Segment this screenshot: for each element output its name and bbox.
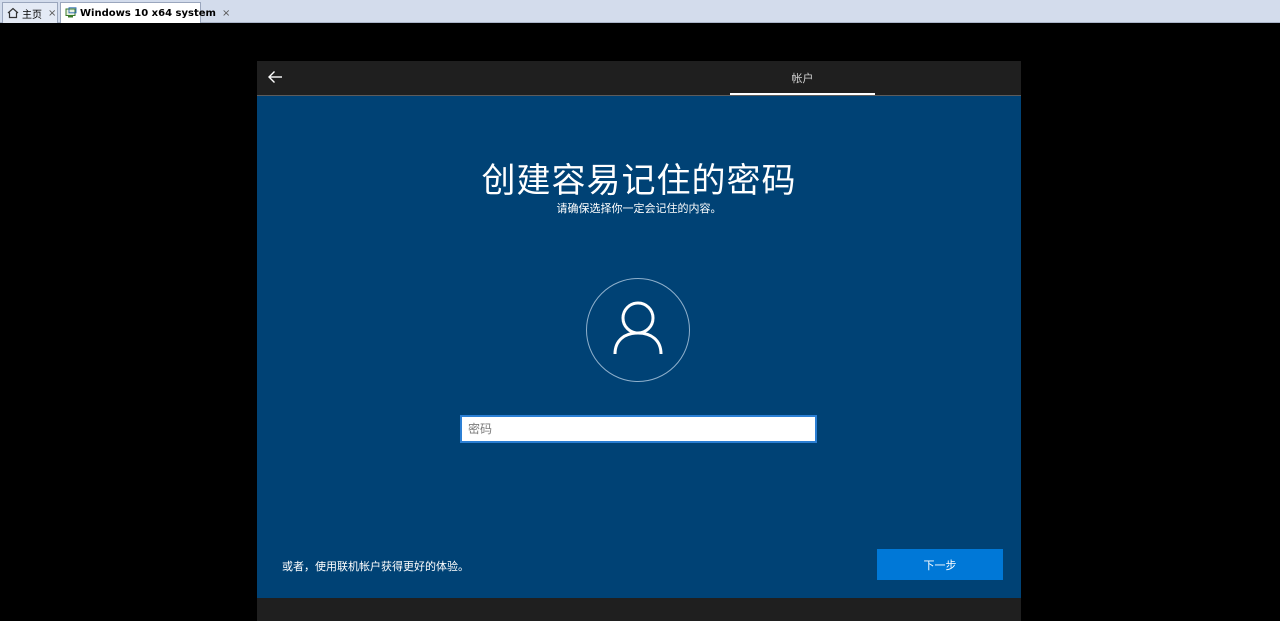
home-icon — [7, 7, 19, 19]
arrow-left-icon — [267, 69, 283, 88]
vm-icon — [65, 7, 77, 19]
page-subtitle: 请确保选择你一定会记住的内容。 — [556, 202, 722, 215]
avatar — [586, 278, 690, 382]
step-label-account: 帐户 — [791, 72, 814, 85]
tab-home[interactable]: 主页 × — [2, 2, 58, 23]
back-button[interactable] — [265, 68, 285, 88]
vm-screen[interactable]: 帐户 创建容易记住的密码 请确保选择你一定会记住的内容。 或者，使用联机帐户获得… — [257, 61, 1021, 621]
oobe-footer — [257, 598, 1021, 621]
password-input[interactable] — [460, 415, 817, 443]
tab-windows-10-vm-close-icon[interactable]: × — [222, 8, 230, 19]
oobe-header: 帐户 — [257, 61, 1021, 96]
online-account-link[interactable]: 或者，使用联机帐户获得更好的体验。 — [282, 558, 469, 574]
tab-home-label: 主页 — [22, 9, 42, 21]
tab-bar: 主页 × Windows 10 x64 system × — [0, 0, 1280, 23]
step-indicator — [730, 93, 875, 95]
oobe-main: 创建容易记住的密码 请确保选择你一定会记住的内容。 或者，使用联机帐户获得更好的… — [257, 96, 1021, 598]
tab-windows-10-vm-label: Windows 10 x64 system — [80, 7, 216, 19]
page-title: 创建容易记住的密码 — [481, 161, 797, 201]
tab-windows-10-vm[interactable]: Windows 10 x64 system × — [60, 2, 230, 23]
next-button[interactable]: 下一步 — [877, 549, 1003, 580]
user-icon — [612, 300, 664, 360]
tab-home-close-icon[interactable]: × — [48, 8, 56, 19]
